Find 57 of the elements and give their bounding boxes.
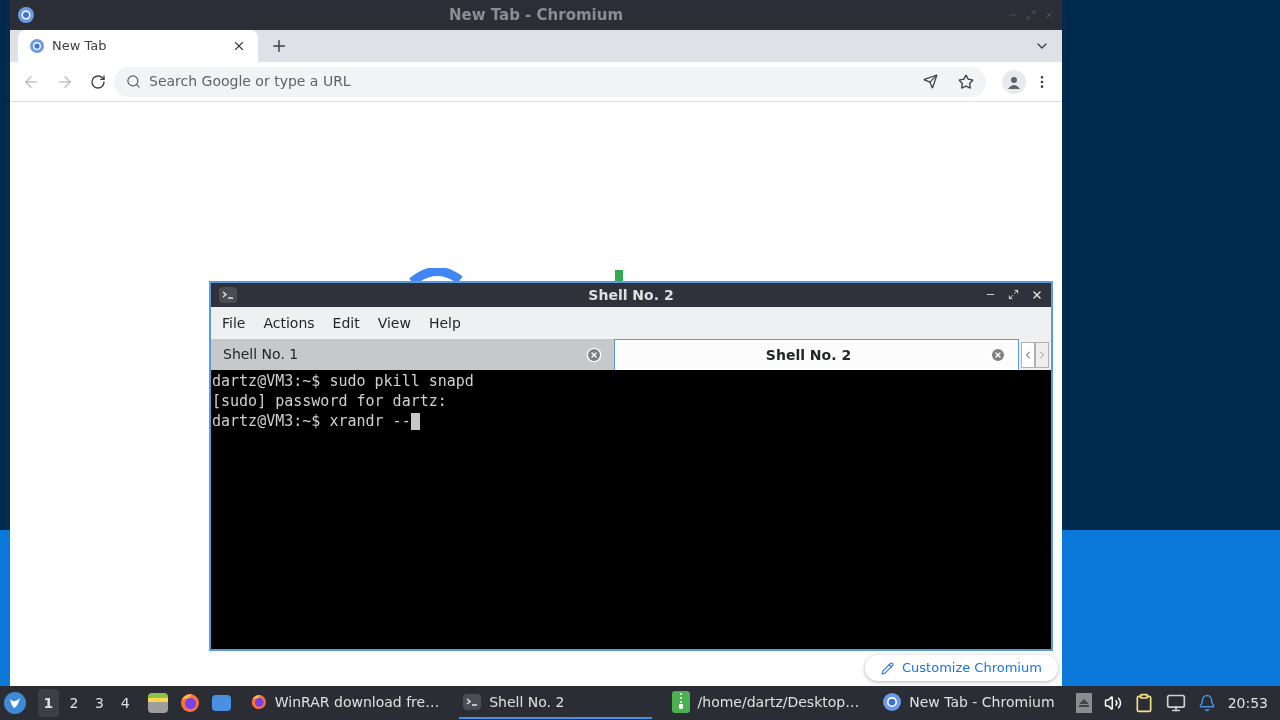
terminal-icon (463, 694, 482, 710)
address-input[interactable]: Search Google or type a URL (149, 71, 915, 92)
file-cabinet-icon[interactable] (147, 693, 168, 713)
network-icon[interactable] (1165, 693, 1186, 713)
start-menu-icon[interactable] (4, 692, 26, 714)
reload-icon[interactable] (90, 73, 106, 90)
taskbar-window-button[interactable]: Shell No. 2 (459, 687, 652, 719)
workspace-button[interactable]: 4 (114, 689, 136, 717)
close-tab-icon[interactable] (586, 346, 602, 363)
volume-icon[interactable] (1103, 694, 1122, 712)
chromium-icon (30, 39, 44, 53)
eject-icon[interactable] (1075, 693, 1092, 713)
chromium-icon (883, 693, 902, 711)
taskbar-window-button[interactable]: WinRAR download fre… (247, 687, 444, 719)
close-icon[interactable] (1031, 289, 1043, 301)
new-tab-icon[interactable] (270, 37, 288, 55)
terminal-tab[interactable]: Shell No. 2 (614, 339, 1019, 370)
menu-item[interactable]: View (370, 312, 418, 334)
browser-tab[interactable]: New Tab (18, 30, 258, 62)
profile-avatar[interactable] (1002, 69, 1026, 94)
tab-title: New Tab (52, 37, 107, 56)
menu-item[interactable]: File (215, 312, 253, 334)
terminal-app-icon (219, 287, 237, 303)
menu-item[interactable]: Edit (325, 312, 367, 334)
workspace-button[interactable]: 3 (88, 689, 111, 717)
terminal-line: [sudo] password for dartz: (212, 391, 447, 411)
address-bar[interactable]: Search Google or type a URL (114, 66, 986, 97)
close-tab-icon[interactable] (990, 347, 1006, 363)
close-icon[interactable] (232, 39, 246, 53)
maximize-icon[interactable] (1008, 289, 1019, 300)
desktop-icon[interactable] (211, 695, 232, 711)
workspace-button[interactable]: 1 (37, 689, 60, 717)
pencil-icon (881, 661, 894, 675)
menu-item[interactable]: Actions (256, 312, 322, 334)
terminal-tab[interactable]: Shell No. 1 (211, 339, 614, 370)
scroll-left-icon[interactable] (1021, 341, 1035, 368)
archive-icon (671, 691, 690, 713)
clock[interactable]: 20:53 (1227, 692, 1268, 714)
firefox-icon (179, 693, 200, 713)
customize-chromium-button[interactable]: Customize Chromium (865, 655, 1058, 681)
tab-title: Shell No. 1 (223, 345, 299, 364)
terminal-line: dartz@VM3:~$ sudo pkill snapd (212, 371, 474, 391)
window-title: Shell No. 2 (587, 285, 675, 305)
notification-icon[interactable] (1197, 694, 1216, 712)
chromium-logo-icon (18, 7, 34, 23)
bookmark-star-icon[interactable] (958, 73, 974, 90)
window-title: New Tab - Chromium (447, 4, 625, 26)
taskbar-window-button[interactable]: New Tab - Chromium (879, 687, 1072, 719)
send-icon[interactable] (923, 74, 938, 89)
text-cursor (410, 412, 420, 430)
workspace-button[interactable]: 2 (63, 689, 85, 717)
search-icon (126, 74, 141, 89)
tab-title: Shell No. 2 (765, 345, 852, 365)
taskbar-window-button[interactable]: /home/dartz/Desktop… (667, 687, 864, 719)
firefox-icon (251, 692, 267, 712)
menu-item[interactable]: Help (421, 312, 468, 334)
terminal-line: dartz@VM3:~$ xrandr -- (212, 411, 411, 431)
